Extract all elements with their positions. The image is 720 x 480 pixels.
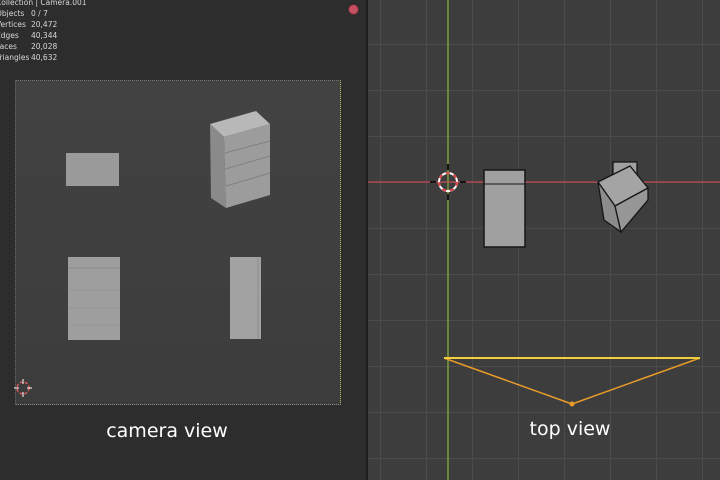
box-object[interactable] bbox=[66, 153, 119, 186]
narrow-object[interactable] bbox=[230, 257, 261, 339]
3d-cursor-icon[interactable] bbox=[14, 379, 32, 397]
camera-view-caption: camera view bbox=[106, 420, 228, 442]
top-view-caption: top view bbox=[529, 418, 611, 440]
cabinet-object[interactable] bbox=[210, 111, 271, 208]
top-view-scene bbox=[368, 0, 720, 480]
top-viewport[interactable]: top view bbox=[368, 0, 720, 480]
camera-view-objects bbox=[14, 111, 271, 397]
camera-viewport[interactable]: Collection | Camera.001 Objects 0 / 7 Ve… bbox=[0, 0, 366, 480]
box-object[interactable] bbox=[483, 169, 526, 248]
bed-object[interactable] bbox=[68, 257, 120, 340]
cabinet-object[interactable] bbox=[597, 161, 649, 234]
camera-object[interactable] bbox=[443, 357, 701, 407]
